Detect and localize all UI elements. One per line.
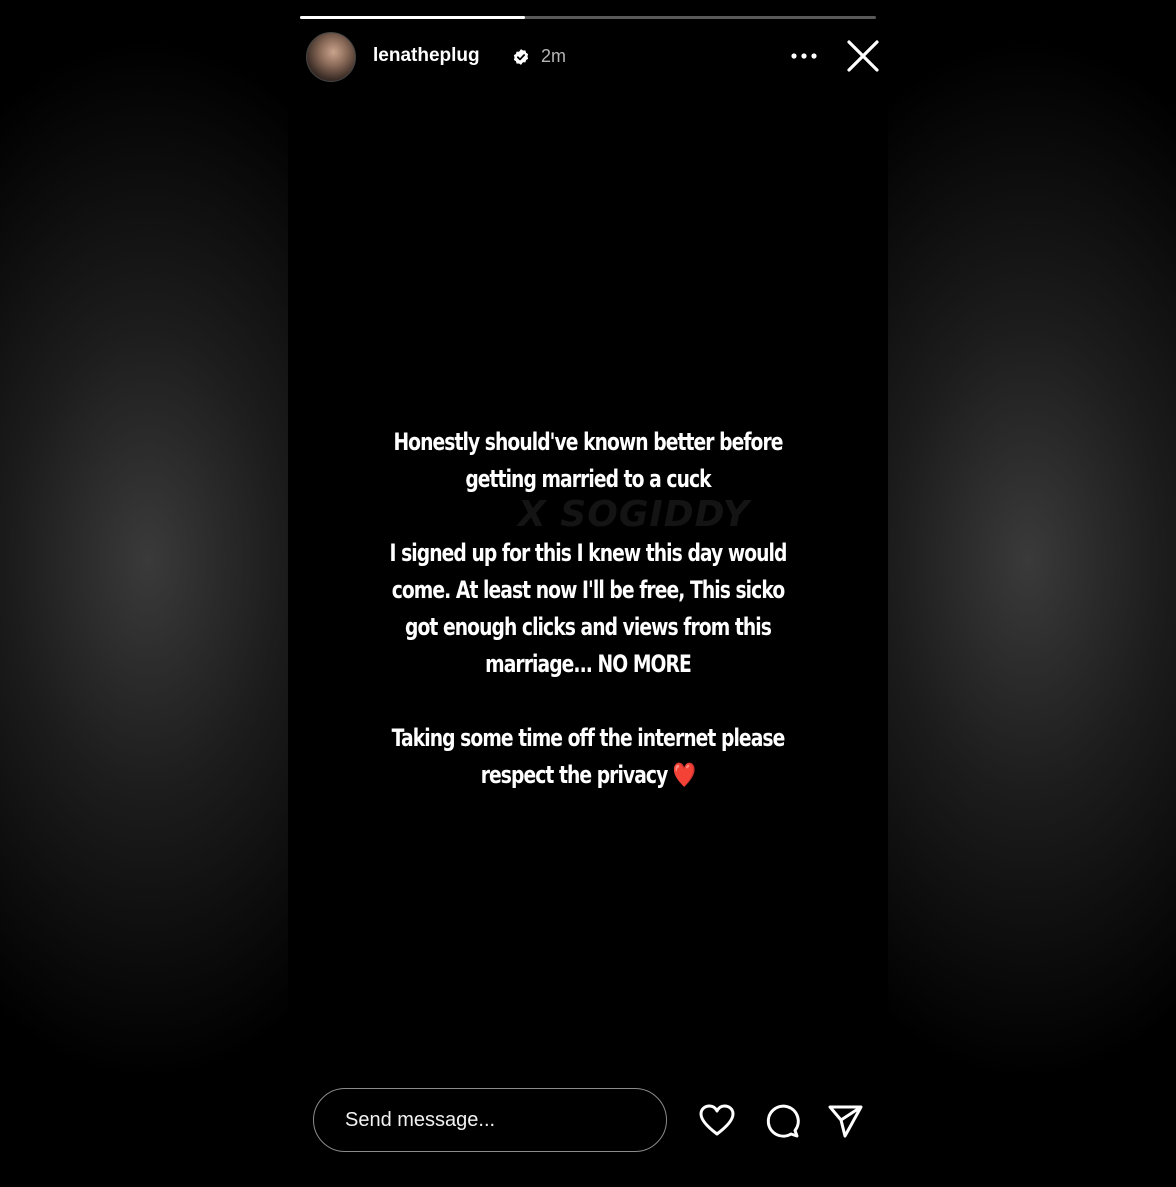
story-progress-bar [300,16,876,19]
story-paragraph-1: Honestly should've known better before g… [393,428,783,493]
story-timestamp: 2m [541,46,567,66]
story-text-block: Honestly should've known better before g… [377,424,798,831]
close-icon[interactable] [841,34,885,78]
backdrop-right [888,0,1176,1187]
send-icon[interactable] [825,1101,865,1141]
story-paragraph-3: Taking some time off the internet please… [391,724,786,789]
story-paragraph-2: I signed up for this I knew this day wou… [389,539,787,678]
avatar[interactable] [306,32,356,82]
story-reply-bar [288,1075,888,1187]
story-progress-fill [300,16,525,19]
comment-bubble-icon[interactable] [762,1101,802,1141]
send-message-input[interactable] [313,1088,667,1152]
more-horizontal-icon[interactable] [784,40,824,72]
username[interactable]: lenatheplug [373,45,480,67]
backdrop-left [0,0,288,1187]
story-viewer[interactable]: lenatheplug 2m X SOGIDDY Honestly should… [288,4,888,1074]
story-header: lenatheplug 2m [306,32,879,82]
heart-icon[interactable] [697,1101,737,1141]
verified-badge-icon [513,49,529,65]
